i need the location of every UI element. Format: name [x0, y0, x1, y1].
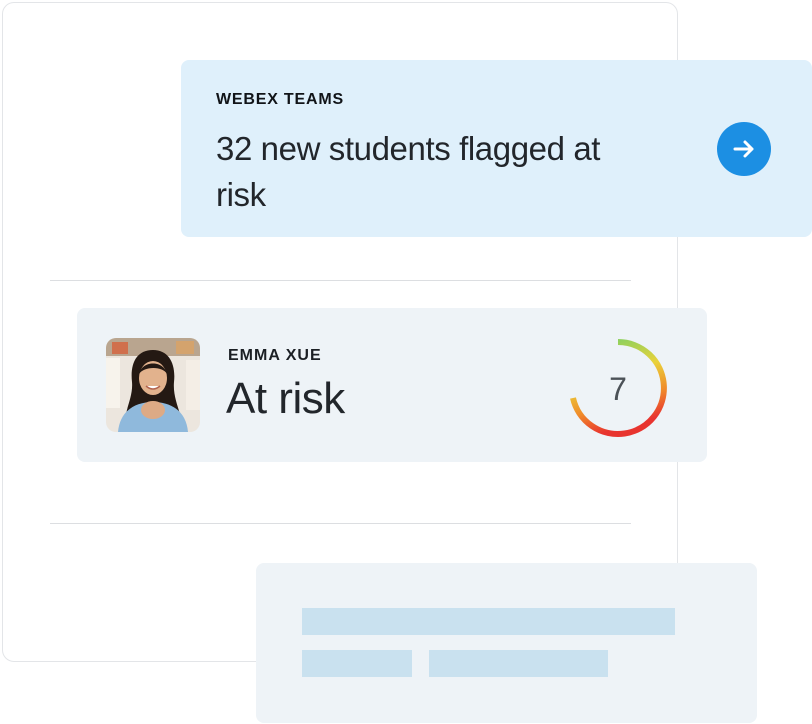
avatar-photo-icon — [106, 338, 200, 432]
divider — [50, 523, 631, 524]
student-status: At risk — [226, 374, 345, 423]
student-name: EMMA XUE — [228, 347, 322, 364]
student-card[interactable]: EMMA XUE At risk 7 — [77, 308, 707, 462]
skeleton-line — [302, 608, 675, 635]
placeholder-card — [256, 563, 757, 723]
risk-score-value: 7 — [609, 371, 627, 407]
notification-message: 32 new students flagged at risk — [216, 130, 601, 213]
skeleton-line — [429, 650, 608, 677]
notification-card[interactable]: WEBEX TEAMS 32 new students flagged at r… — [181, 60, 812, 237]
skeleton-line — [302, 650, 412, 677]
divider — [50, 280, 631, 281]
risk-score-gauge: 7 — [570, 339, 667, 437]
arrow-right-icon — [733, 140, 754, 158]
notification-source: WEBEX TEAMS — [216, 91, 344, 108]
student-avatar[interactable] — [106, 338, 200, 432]
arrow-right-button[interactable] — [717, 122, 771, 176]
